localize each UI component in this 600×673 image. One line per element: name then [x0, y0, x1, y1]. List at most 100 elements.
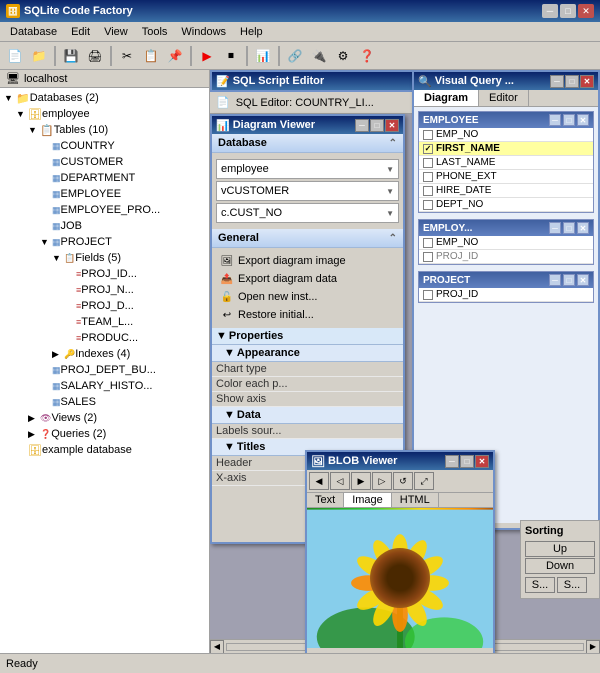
disconnect-button[interactable]: 🔌 [308, 45, 330, 67]
field-dropdown[interactable]: c.CUST_NO ▼ [216, 203, 399, 223]
emp-no-check[interactable] [423, 130, 433, 140]
stop-button[interactable]: ⏹ [220, 45, 242, 67]
tree-item-employee-db[interactable]: ▼ 🗄 employee [0, 106, 209, 122]
employ-proj-id-check[interactable] [423, 252, 433, 262]
tree-item-produc[interactable]: ≡ PRODUC... [0, 330, 209, 346]
close-button[interactable]: ✕ [578, 4, 594, 18]
sort-s1-button[interactable]: S... [525, 577, 555, 593]
blob-expand[interactable]: ⤢ [414, 472, 434, 490]
diagram-min[interactable]: ─ [355, 119, 369, 132]
blob-tab-image[interactable]: Image [344, 493, 392, 507]
tree-item-views[interactable]: ▶ 👁 Views (2) [0, 410, 209, 426]
blob-prev[interactable]: ◁ [330, 472, 350, 490]
appearance-section[interactable]: ▼ Appearance [212, 345, 403, 362]
employ-ctrl-2[interactable]: □ [563, 222, 575, 234]
properties-section-header[interactable]: ▼ Properties [212, 328, 403, 345]
tree-item-queries[interactable]: ▶ ❓ Queries (2) [0, 426, 209, 442]
paste-button[interactable]: 📌 [164, 45, 186, 67]
menu-edit[interactable]: Edit [65, 25, 96, 39]
help-icon-btn[interactable]: ❓ [356, 45, 378, 67]
run-button[interactable]: ▶ [196, 45, 218, 67]
tree-item-salary[interactable]: ▦ SALARY_HISTO... [0, 378, 209, 394]
sort-s2-button[interactable]: S... [557, 577, 587, 593]
tree-item-indexes[interactable]: ▶ 🔑 Indexes (4) [0, 346, 209, 362]
export-diagram-data[interactable]: 📤 Export diagram data [216, 270, 399, 288]
tree-item-country[interactable]: ▦ COUNTRY [0, 138, 209, 154]
settings-button[interactable]: ⚙ [332, 45, 354, 67]
scroll-left[interactable]: ◀ [210, 640, 224, 654]
vq-close[interactable]: ✕ [580, 75, 594, 88]
project-ctrl-2[interactable]: □ [563, 274, 575, 286]
tree-item-fields[interactable]: ▼ 📋 Fields (5) [0, 250, 209, 266]
employee-ctrl-3[interactable]: ✕ [577, 114, 589, 126]
maximize-button[interactable]: □ [560, 4, 576, 18]
menu-help[interactable]: Help [234, 25, 269, 39]
diagram-close[interactable]: ✕ [385, 119, 399, 132]
tree-item-job[interactable]: ▦ JOB [0, 218, 209, 234]
tab-editor[interactable]: Editor [479, 90, 529, 106]
vq-max[interactable]: □ [565, 75, 579, 88]
open-button[interactable]: 📁 [28, 45, 50, 67]
tree-item-tables[interactable]: ▼ 📋 Tables (10) [0, 122, 209, 138]
blob-tab-text[interactable]: Text [307, 493, 344, 507]
chart-button[interactable]: 📊 [252, 45, 274, 67]
employee-ctrl-2[interactable]: □ [563, 114, 575, 126]
tree-item-customer[interactable]: ▦ CUSTOMER [0, 154, 209, 170]
db-dropdown[interactable]: employee ▼ [216, 159, 399, 179]
blob-min[interactable]: ─ [445, 455, 459, 468]
new-button[interactable]: 📄 [4, 45, 26, 67]
cut-button[interactable]: ✂ [116, 45, 138, 67]
employee-ctrl-1[interactable]: ─ [549, 114, 561, 126]
tree-item-team-l[interactable]: ≡ TEAM_L... [0, 314, 209, 330]
tree-item-employee-pro[interactable]: ▦ EMPLOYEE_PRO... [0, 202, 209, 218]
blob-play[interactable]: ▶ [351, 472, 371, 490]
connect-button[interactable]: 🔗 [284, 45, 306, 67]
blob-refresh[interactable]: ↺ [393, 472, 413, 490]
menu-database[interactable]: Database [4, 25, 63, 39]
copy-button[interactable]: 📋 [140, 45, 162, 67]
blob-max[interactable]: □ [460, 455, 474, 468]
minimize-button[interactable]: ─ [542, 4, 558, 18]
tree-item-sales[interactable]: ▦ SALES [0, 394, 209, 410]
vq-min[interactable]: ─ [550, 75, 564, 88]
tab-diagram[interactable]: Diagram [414, 90, 479, 106]
menu-windows[interactable]: Windows [175, 25, 232, 39]
tree-item-employee-table[interactable]: ▦ EMPLOYEE [0, 186, 209, 202]
blob-close[interactable]: ✕ [475, 455, 489, 468]
phone-ext-check[interactable] [423, 172, 433, 182]
blob-tab-html[interactable]: HTML [392, 493, 439, 507]
tree-item-proj-dept[interactable]: ▦ PROJ_DEPT_BU... [0, 362, 209, 378]
project-ctrl-1[interactable]: ─ [549, 274, 561, 286]
menu-view[interactable]: View [98, 25, 134, 39]
scroll-right[interactable]: ▶ [586, 640, 600, 654]
restore-initial[interactable]: ↩ Restore initial... [216, 306, 399, 324]
tree-item-databases[interactable]: ▼ 📁 Databases (2) [0, 90, 209, 106]
tree-item-proj-id[interactable]: ≡ PROJ_ID... [0, 266, 209, 282]
data-section[interactable]: ▼ Data [212, 407, 403, 424]
database-section-header[interactable]: Database ⌃ [212, 134, 403, 153]
menu-tools[interactable]: Tools [136, 25, 174, 39]
diagram-max[interactable]: □ [370, 119, 384, 132]
save-button[interactable]: 💾 [60, 45, 82, 67]
tree-item-project[interactable]: ▼ ▦ PROJECT [0, 234, 209, 250]
tree-item-proj-n[interactable]: ≡ PROJ_N... [0, 282, 209, 298]
dept-no-check[interactable] [423, 200, 433, 210]
hire-date-check[interactable] [423, 186, 433, 196]
table-dropdown[interactable]: vCUSTOMER ▼ [216, 181, 399, 201]
project-proj-id-check[interactable] [423, 290, 433, 300]
blob-first[interactable]: ◀ [309, 472, 329, 490]
employ-emp-no-check[interactable] [423, 238, 433, 248]
employ-ctrl-1[interactable]: ─ [549, 222, 561, 234]
last-name-check[interactable] [423, 158, 433, 168]
general-section-header[interactable]: General ⌃ [212, 229, 403, 248]
print-button[interactable]: 🖨 [84, 45, 106, 67]
employ-ctrl-3[interactable]: ✕ [577, 222, 589, 234]
tree-item-proj-d[interactable]: ≡ PROJ_D... [0, 298, 209, 314]
sort-up-button[interactable]: Up [525, 541, 595, 557]
open-new-instance[interactable]: 🔓 Open new inst... [216, 288, 399, 306]
sort-down-button[interactable]: Down [525, 558, 595, 574]
blob-next[interactable]: ▷ [372, 472, 392, 490]
first-name-check[interactable]: ✓ [423, 144, 433, 154]
project-ctrl-3[interactable]: ✕ [577, 274, 589, 286]
export-diagram-image[interactable]: 🖼 Export diagram image [216, 252, 399, 270]
